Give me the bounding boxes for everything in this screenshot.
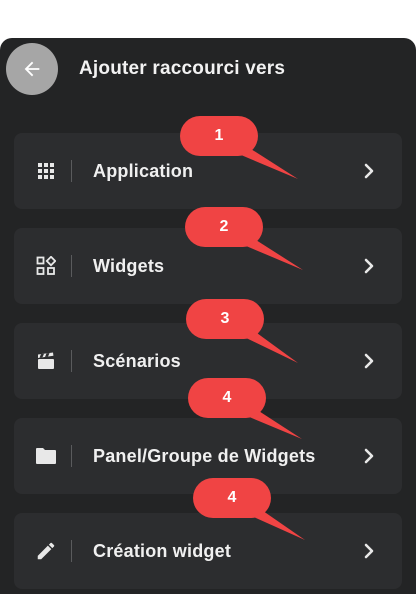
callout-badge: 4 bbox=[193, 478, 305, 540]
chevron-right-icon bbox=[364, 163, 374, 179]
chevron-right-icon bbox=[364, 448, 374, 464]
chevron-right-icon bbox=[364, 543, 374, 559]
arrow-left-icon bbox=[24, 61, 40, 77]
chevron-right-icon bbox=[364, 258, 374, 274]
menu-item-label: Panel/Groupe de Widgets bbox=[93, 446, 316, 466]
callout-number: 4 bbox=[227, 489, 237, 506]
callout-badge: 1 bbox=[180, 116, 298, 179]
divider bbox=[71, 540, 72, 562]
menu-item-label: Scénarios bbox=[93, 351, 181, 371]
divider bbox=[71, 255, 72, 277]
folder-icon bbox=[36, 448, 56, 464]
apps-grid-icon bbox=[38, 163, 54, 179]
callout-number: 2 bbox=[219, 218, 229, 235]
page-title: Ajouter raccourci vers bbox=[79, 58, 286, 79]
callout-number: 4 bbox=[222, 389, 232, 406]
panel-header: Ajouter raccourci vers bbox=[0, 38, 416, 102]
pencil-icon bbox=[37, 542, 55, 560]
widgets-icon bbox=[36, 256, 56, 275]
callout-number: 3 bbox=[220, 310, 230, 327]
callout-badge: 4 bbox=[188, 378, 302, 439]
clapperboard-icon bbox=[38, 352, 54, 369]
menu-item-label: Application bbox=[93, 161, 194, 181]
divider bbox=[71, 350, 72, 372]
chevron-right-icon bbox=[364, 353, 374, 369]
menu-item-create-widget[interactable]: Création widget bbox=[14, 513, 402, 589]
menu-item-label: Création widget bbox=[93, 541, 232, 561]
divider bbox=[71, 445, 72, 467]
menu-item-label: Widgets bbox=[93, 256, 165, 276]
back-button[interactable] bbox=[6, 43, 58, 95]
callout-badge: 3 bbox=[186, 299, 298, 363]
divider bbox=[71, 160, 72, 182]
callout-number: 1 bbox=[214, 127, 224, 144]
callout-badge: 2 bbox=[185, 207, 303, 270]
